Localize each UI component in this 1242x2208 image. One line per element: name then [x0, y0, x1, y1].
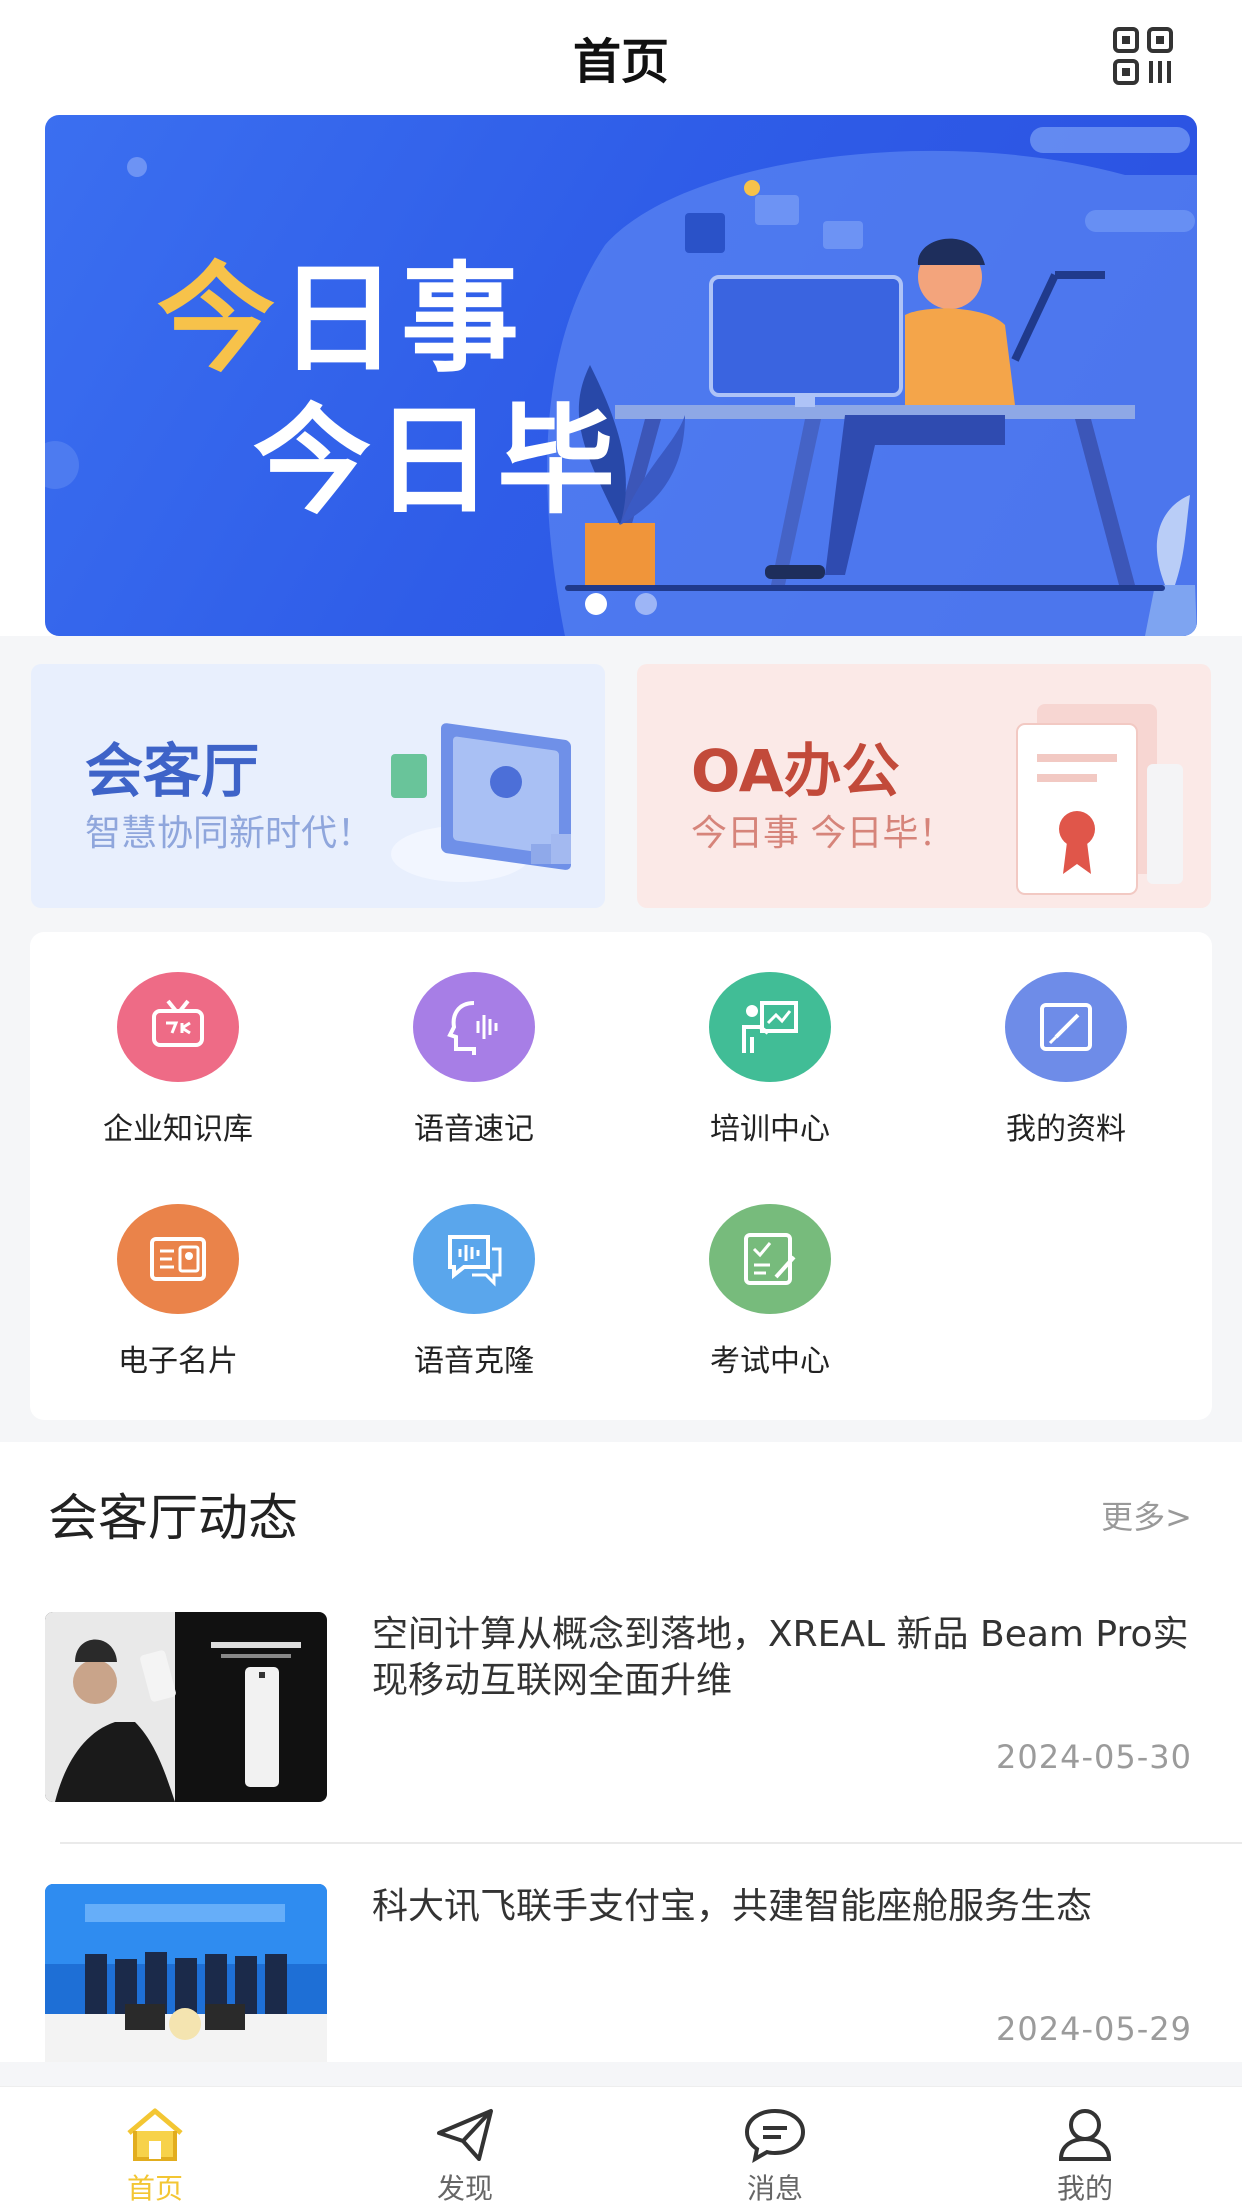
grid-item-my-profile[interactable]: 我的资料	[918, 932, 1214, 1147]
grid-item-business-card[interactable]: 电子名片	[30, 1164, 326, 1379]
tab-label: 消息	[746, 2172, 803, 2205]
banner-line2: 今日毕	[253, 392, 620, 530]
grid-item-voice-notes[interactable]: 语音速记	[326, 932, 622, 1147]
carousel-dot[interactable]	[635, 593, 657, 615]
bottom-tab-bar: 首页 发现 消息 我的	[0, 2086, 1242, 2208]
tab-home[interactable]: 首页	[0, 2087, 310, 2208]
news-divider	[60, 1842, 1242, 1844]
carousel-dot[interactable]	[585, 593, 607, 615]
exam-icon	[709, 1204, 831, 1314]
promo-oa-office[interactable]: OA办公 今日事 今日毕！	[637, 664, 1211, 908]
news-date: 2024-05-29	[996, 2010, 1192, 2048]
grid-item-training[interactable]: 培训中心	[622, 932, 918, 1147]
news-item[interactable]: 空间计算从概念到落地，XREAL 新品 Beam Pro实现移动互联网全面升维 …	[0, 1612, 1242, 1802]
edit-icon	[1005, 972, 1127, 1082]
tab-profile[interactable]: 我的	[930, 2087, 1240, 2208]
top-bar: 首页	[0, 0, 1242, 112]
grid-label: 语音克隆	[414, 1344, 534, 1379]
card-icon	[117, 1204, 239, 1314]
promo-subtitle: 今日事 今日毕！	[691, 813, 955, 854]
training-icon	[709, 972, 831, 1082]
grid-item-knowledge-base[interactable]: 企业知识库	[30, 932, 326, 1147]
more-link[interactable]: 更多>	[1101, 1492, 1192, 1538]
user-icon	[1058, 2109, 1112, 2161]
certificate-icon	[1016, 704, 1183, 895]
news-section-title: 会客厅动态	[48, 1489, 298, 1547]
news-headline: 空间计算从概念到落地，XREAL 新品 Beam Pro实现移动互联网全面升维	[372, 1614, 1189, 1701]
grid-label: 培训中心	[710, 1112, 830, 1147]
tab-label: 首页	[126, 2172, 183, 2205]
tv-icon	[117, 972, 239, 1082]
grid-label: 电子名片	[118, 1344, 238, 1379]
tab-label: 我的	[1056, 2172, 1113, 2205]
promo-title: OA办公	[691, 737, 900, 805]
news-item[interactable]: 科大讯飞联手支付宝，共建智能座舱服务生态 2024-05-29	[0, 1884, 1242, 2074]
page-title: 首页	[572, 34, 669, 90]
grid-label: 考试中心	[710, 1344, 830, 1379]
carousel-dots	[45, 593, 1197, 619]
promo-meeting-hall[interactable]: 会客厅 智慧协同新时代！	[31, 664, 605, 908]
voice-head-icon	[413, 972, 535, 1082]
news-thumbnail	[45, 1884, 327, 2074]
grid-label: 语音速记	[414, 1112, 534, 1147]
feature-grid: 企业知识库 语音速记 培训中心 我的资料 电子名片 语音克隆 考试中心	[30, 932, 1212, 1420]
qr-code-icon[interactable]	[1112, 26, 1176, 86]
voice-chat-icon	[413, 1204, 535, 1314]
news-thumbnail	[45, 1612, 327, 1802]
video-screen-icon	[391, 723, 571, 882]
promo-subtitle: 智慧协同新时代！	[85, 813, 374, 854]
home-screen: 首页 今日事 今日毕 会客厅 智慧协同新时代！ OA办公 今日事 今日毕！ 企业…	[0, 0, 1242, 2208]
promo-title: 会客厅	[85, 737, 260, 805]
grid-item-voice-clone[interactable]: 语音克隆	[326, 1164, 622, 1379]
message-icon	[744, 2108, 806, 2163]
tab-messages[interactable]: 消息	[620, 2087, 930, 2208]
banner-carousel[interactable]: 今日事 今日毕	[45, 115, 1197, 636]
paper-plane-icon	[437, 2109, 493, 2161]
news-headline: 科大讯飞联手支付宝，共建智能座舱服务生态	[372, 1886, 1093, 1927]
grid-item-exam[interactable]: 考试中心	[622, 1164, 918, 1379]
grid-label: 企业知识库	[103, 1112, 253, 1147]
news-date: 2024-05-30	[996, 1738, 1192, 1776]
grid-label: 我的资料	[1006, 1112, 1126, 1147]
tab-label: 发现	[436, 2172, 493, 2205]
news-section: 会客厅动态 更多> 空间计算从概念到落地，XREAL 新品 Beam Pro实现…	[0, 1442, 1242, 2062]
home-icon	[127, 2108, 183, 2161]
tab-discover[interactable]: 发现	[310, 2087, 620, 2208]
